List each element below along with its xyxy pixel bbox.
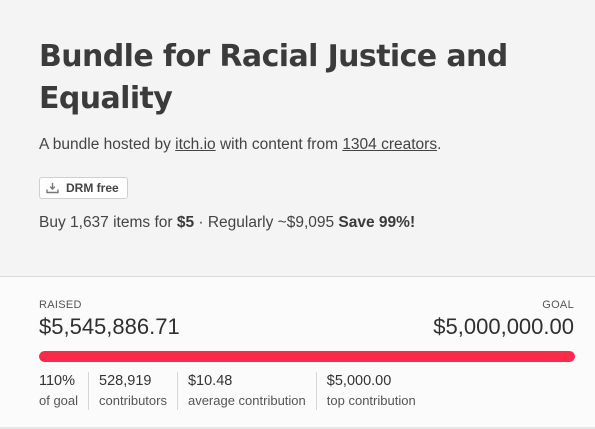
goal-label: GOAL	[542, 299, 574, 311]
savings-text: Save 99%!	[338, 214, 416, 231]
hosted-prefix: A bundle hosted by	[39, 136, 176, 153]
metric-label: of goal	[39, 393, 79, 408]
drm-free-badge: DRM free	[39, 177, 128, 199]
hosted-middle: with content from	[215, 136, 343, 153]
drm-free-label: DRM free	[66, 181, 119, 195]
metric-value: 528,919	[99, 373, 152, 389]
metric-label: contributors	[99, 393, 167, 408]
metric-of-goal: 110% of goal	[39, 372, 88, 410]
metric-average-contribution: $10.48 average contribution	[176, 372, 316, 410]
raised-label: RAISED	[39, 299, 82, 311]
metric-label: top contribution	[326, 393, 416, 408]
progress-bar-fill	[39, 351, 575, 362]
metric-contributors: 528,919 contributors	[88, 372, 177, 410]
fundraising-progress: RAISED GOAL $5,545,886.71 $5,000,000.00 …	[0, 277, 595, 429]
hosted-by-line: A bundle hosted by itch.io with content …	[39, 136, 441, 154]
metric-label: average contribution	[187, 393, 306, 408]
buy-prefix: Buy 1,637 items for	[39, 214, 177, 231]
goal-amount: $5,000,000.00	[433, 314, 574, 339]
bundle-header: Bundle for Racial Justice and Equality A…	[0, 0, 595, 276]
price-summary: Buy 1,637 items for $5 · Regularly ~$9,0…	[39, 214, 415, 232]
progress-bar	[39, 351, 575, 362]
raised-amount: $5,545,886.71	[39, 314, 180, 339]
metric-value: 110%	[39, 373, 76, 389]
metric-value: $10.48	[187, 373, 233, 389]
host-link[interactable]: itch.io	[175, 136, 216, 153]
regular-price: · Regularly ~$9,095	[194, 214, 339, 231]
page-title: Bundle for Racial Justice and Equality	[39, 39, 508, 116]
hosted-suffix: .	[437, 136, 442, 153]
bundle-price: $5	[176, 214, 195, 231]
download-icon	[46, 182, 59, 194]
creators-link[interactable]: 1304 creators	[342, 136, 437, 153]
metric-value: $5,000.00	[326, 373, 392, 389]
metric-top-contribution: $5,000.00 top contribution	[315, 372, 426, 410]
metrics-row: 110% of goal 528,919 contributors $10.48…	[39, 372, 426, 410]
